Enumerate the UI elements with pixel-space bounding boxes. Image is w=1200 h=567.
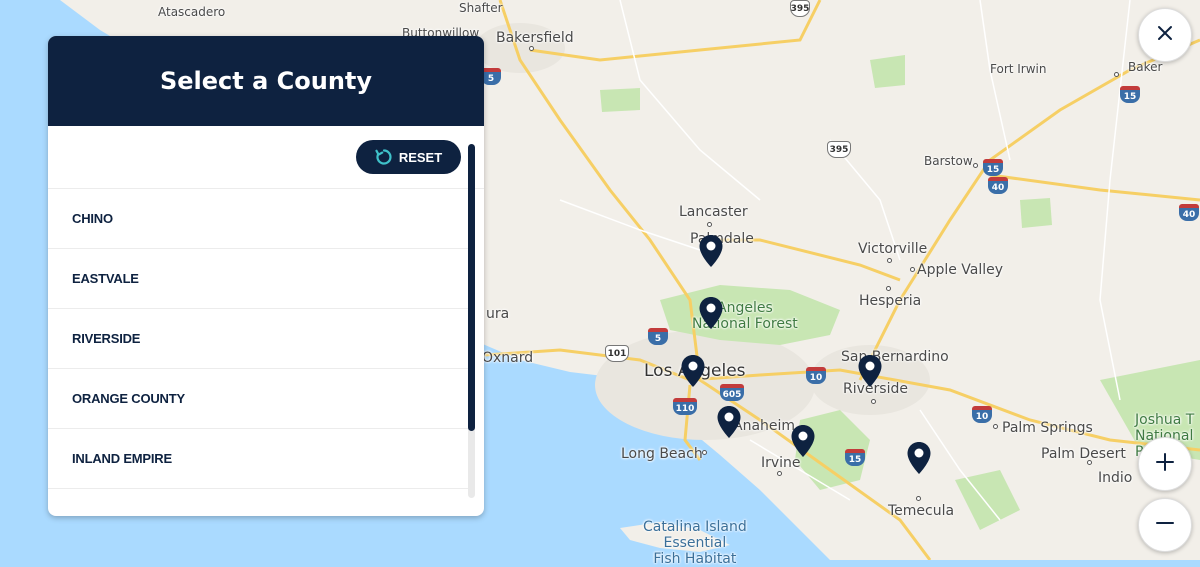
interstate-shield: 40	[988, 177, 1008, 194]
city-dot-victorville	[887, 258, 892, 263]
city-dot-baker	[1114, 72, 1119, 77]
reset-button[interactable]: RESET	[356, 140, 461, 174]
city-dot-long-beach	[702, 450, 707, 455]
refresh-icon	[375, 148, 393, 166]
close-button[interactable]	[1138, 8, 1192, 62]
reset-label: RESET	[398, 149, 443, 165]
place-baker: Baker	[1128, 60, 1163, 74]
county-select-panel: Select a County RESET CHINO EASTVALE RIV…	[48, 36, 484, 516]
place-bakersfield: Bakersfield	[496, 30, 574, 46]
location-marker-palmdale[interactable]	[698, 234, 724, 268]
city-dot-hesperia	[886, 286, 891, 291]
interstate-shield: 15	[983, 159, 1003, 176]
city-dot-apple-valley	[910, 267, 915, 272]
county-item-riverside[interactable]: RIVERSIDE	[48, 309, 468, 369]
interstate-shield: 10	[806, 367, 826, 384]
close-icon	[1156, 24, 1174, 47]
place-temecula: Temecula	[888, 503, 955, 519]
place-palm-springs: Palm Springs	[1002, 420, 1093, 436]
interstate-shield: 10	[972, 406, 992, 423]
interstate-shield: 5	[648, 328, 668, 345]
county-list: CHINO EASTVALE RIVERSIDE ORANGE COUNTY I…	[48, 189, 468, 489]
place-anaheim: Anaheim	[733, 418, 796, 434]
county-item-orange-county[interactable]: ORANGE COUNTY	[48, 369, 468, 429]
location-marker-anaheim[interactable]	[716, 405, 742, 439]
place-hesperia: Hesperia	[859, 293, 922, 309]
place-victorville: Victorville	[858, 241, 928, 257]
us-route-shield: 395	[790, 0, 810, 17]
place-ura: ura	[486, 306, 510, 322]
place-palm-desert: Palm Desert	[1041, 446, 1126, 462]
place-apple-valley: Apple Valley	[917, 262, 1004, 278]
place-lancaster: Lancaster	[679, 204, 748, 220]
panel-title: Select a County	[159, 67, 373, 95]
city-dot-lancaster	[707, 222, 712, 227]
location-marker-irvine[interactable]	[790, 424, 816, 458]
location-marker-riverside[interactable]	[857, 354, 883, 388]
panel-header: Select a County	[48, 36, 484, 126]
place-shafter: Shafter	[459, 1, 503, 15]
city-dot-temecula	[916, 496, 921, 501]
interstate-shield: 15	[1120, 86, 1140, 103]
place-oxnard: Oxnard	[482, 350, 534, 366]
interstate-shield: 15	[845, 449, 865, 466]
place-atascadero: Atascadero	[158, 5, 226, 19]
place-indio: Indio	[1098, 470, 1133, 486]
city-dot-barstow	[973, 163, 978, 168]
county-item-inland-empire[interactable]: INLAND EMPIRE	[48, 429, 468, 489]
city-dot-riverside	[871, 399, 876, 404]
scrollbar-track[interactable]	[468, 144, 475, 498]
place-barstow: Barstow	[924, 154, 973, 168]
location-marker-los-angeles[interactable]	[680, 354, 706, 388]
interstate-shield: 5	[481, 68, 501, 85]
us-route-shield: 101	[605, 345, 629, 362]
zoom-in-button[interactable]	[1138, 437, 1192, 491]
place-long-beach: Long Beach	[621, 446, 703, 462]
city-dot-bakersfield	[529, 46, 534, 51]
us-route-shield: 395	[827, 141, 851, 158]
city-dot-palm-desert	[1087, 460, 1092, 465]
zoom-out-button[interactable]	[1138, 498, 1192, 552]
city-dot-irvine	[777, 471, 782, 476]
interstate-shield: 605	[720, 384, 744, 401]
plus-icon	[1155, 452, 1175, 477]
scrollbar-thumb[interactable]	[468, 144, 475, 431]
reset-row: RESET	[48, 126, 484, 189]
location-marker-angeles-forest[interactable]	[698, 296, 724, 330]
county-item-eastvale[interactable]: EASTVALE	[48, 249, 468, 309]
county-item-chino[interactable]: CHINO	[48, 189, 468, 249]
location-marker-temecula[interactable]	[906, 441, 932, 475]
minus-icon	[1155, 513, 1175, 538]
place-fort-irwin: Fort Irwin	[990, 62, 1047, 76]
interstate-shield: 110	[673, 398, 697, 415]
interstate-shield: 40	[1179, 204, 1199, 221]
city-dot-palm-springs	[993, 424, 998, 429]
